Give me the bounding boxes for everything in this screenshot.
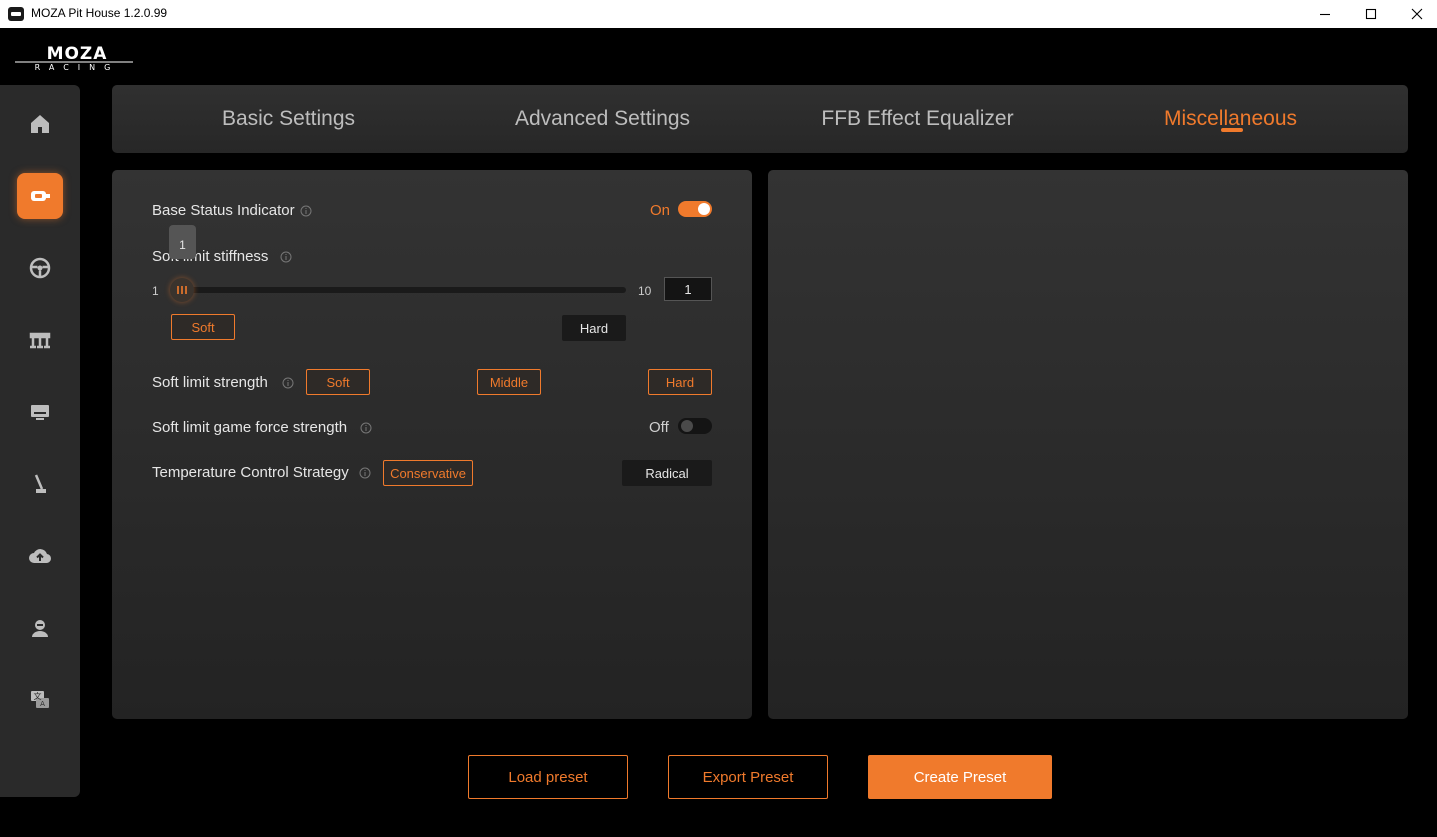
user-icon bbox=[32, 620, 48, 637]
info-icon[interactable] bbox=[280, 250, 292, 263]
stiffness-min: 1 bbox=[152, 284, 159, 298]
sidebar-item-steering-wheel[interactable] bbox=[17, 245, 63, 291]
svg-text:RACING: RACING bbox=[35, 63, 120, 72]
home-icon bbox=[31, 115, 49, 133]
base-status-toggle[interactable] bbox=[678, 201, 712, 217]
stiffness-tooltip: 1 bbox=[169, 225, 196, 259]
export-preset-button[interactable]: Export Preset bbox=[668, 755, 828, 799]
maximize-button[interactable] bbox=[1348, 0, 1394, 28]
shifter-icon bbox=[34, 474, 46, 493]
tab-miscellaneous[interactable]: Miscellaneous bbox=[1118, 85, 1343, 153]
strength-middle-button[interactable]: Middle bbox=[477, 369, 541, 395]
maximize-icon bbox=[1365, 8, 1377, 20]
sidebar-item-user[interactable] bbox=[17, 605, 63, 651]
stiffness-max: 10 bbox=[638, 284, 652, 298]
temperature-radical-button[interactable]: Radical bbox=[622, 460, 712, 486]
active-tab-indicator bbox=[1221, 128, 1243, 132]
game-force-toggle[interactable] bbox=[678, 418, 712, 434]
steering-wheel-icon bbox=[29, 257, 51, 279]
sidebar-item-home[interactable] bbox=[17, 101, 63, 147]
sidebar: 文A bbox=[0, 85, 80, 797]
stiffness-slider-handle[interactable] bbox=[170, 278, 194, 302]
temperature-conservative-button[interactable]: Conservative bbox=[383, 460, 473, 486]
info-icon[interactable] bbox=[300, 204, 312, 217]
info-icon[interactable] bbox=[359, 466, 371, 479]
tab-ffb-effect-equalizer[interactable]: FFB Effect Equalizer bbox=[805, 85, 1030, 153]
base-status-state: On bbox=[650, 202, 671, 219]
info-icon[interactable] bbox=[282, 376, 294, 389]
stiffness-slider-track[interactable] bbox=[182, 287, 626, 293]
sidebar-item-dashboard[interactable] bbox=[17, 389, 63, 435]
create-preset-button[interactable]: Create Preset bbox=[868, 755, 1052, 799]
sidebar-item-language[interactable]: 文A bbox=[17, 677, 63, 723]
app-icon bbox=[8, 7, 24, 21]
base-status-label: Base Status Indicator bbox=[152, 202, 295, 219]
sidebar-item-pedals[interactable] bbox=[17, 317, 63, 363]
wheelbase-icon bbox=[31, 191, 50, 201]
tab-advanced-settings[interactable]: Advanced Settings bbox=[490, 85, 715, 153]
pedals-icon bbox=[29, 332, 51, 349]
sidebar-item-cloud[interactable] bbox=[17, 533, 63, 579]
svg-text:MOZA: MOZA bbox=[47, 44, 108, 64]
sidebar-item-wheelbase[interactable] bbox=[17, 173, 63, 219]
strength-hard-button[interactable]: Hard bbox=[648, 369, 712, 395]
tab-basic-settings[interactable]: Basic Settings bbox=[176, 85, 401, 153]
load-preset-button[interactable]: Load preset bbox=[468, 755, 628, 799]
temperature-label: Temperature Control Strategy bbox=[152, 464, 349, 481]
game-force-label: Soft limit game force strength bbox=[152, 419, 348, 436]
info-icon[interactable] bbox=[360, 421, 372, 434]
preview-panel bbox=[768, 170, 1408, 719]
sidebar-item-shifter[interactable] bbox=[17, 461, 63, 507]
close-button[interactable] bbox=[1394, 0, 1437, 28]
settings-tabs: Basic Settings Advanced Settings FFB Eff… bbox=[112, 85, 1408, 153]
language-icon: 文A bbox=[31, 691, 49, 708]
strength-soft-button[interactable]: Soft bbox=[306, 369, 370, 395]
svg-text:A: A bbox=[40, 700, 45, 708]
stiffness-hard-button[interactable]: Hard bbox=[562, 315, 626, 341]
cloud-upload-icon bbox=[29, 549, 52, 564]
moza-racing-logo: MOZA RACING bbox=[15, 44, 133, 72]
grip-icon bbox=[177, 286, 187, 294]
game-force-state: Off bbox=[649, 419, 669, 436]
minimize-icon bbox=[1320, 13, 1330, 16]
title-bar: MOZA Pit House 1.2.0.99 bbox=[0, 0, 1437, 28]
strength-label: Soft limit strength bbox=[152, 374, 268, 391]
window-title: MOZA Pit House 1.2.0.99 bbox=[31, 6, 168, 20]
stiffness-value-input[interactable] bbox=[664, 277, 712, 301]
minimize-button[interactable] bbox=[1302, 0, 1348, 28]
close-icon bbox=[1411, 8, 1423, 20]
dashboard-icon bbox=[31, 405, 49, 420]
stiffness-soft-button[interactable]: Soft bbox=[171, 314, 235, 340]
